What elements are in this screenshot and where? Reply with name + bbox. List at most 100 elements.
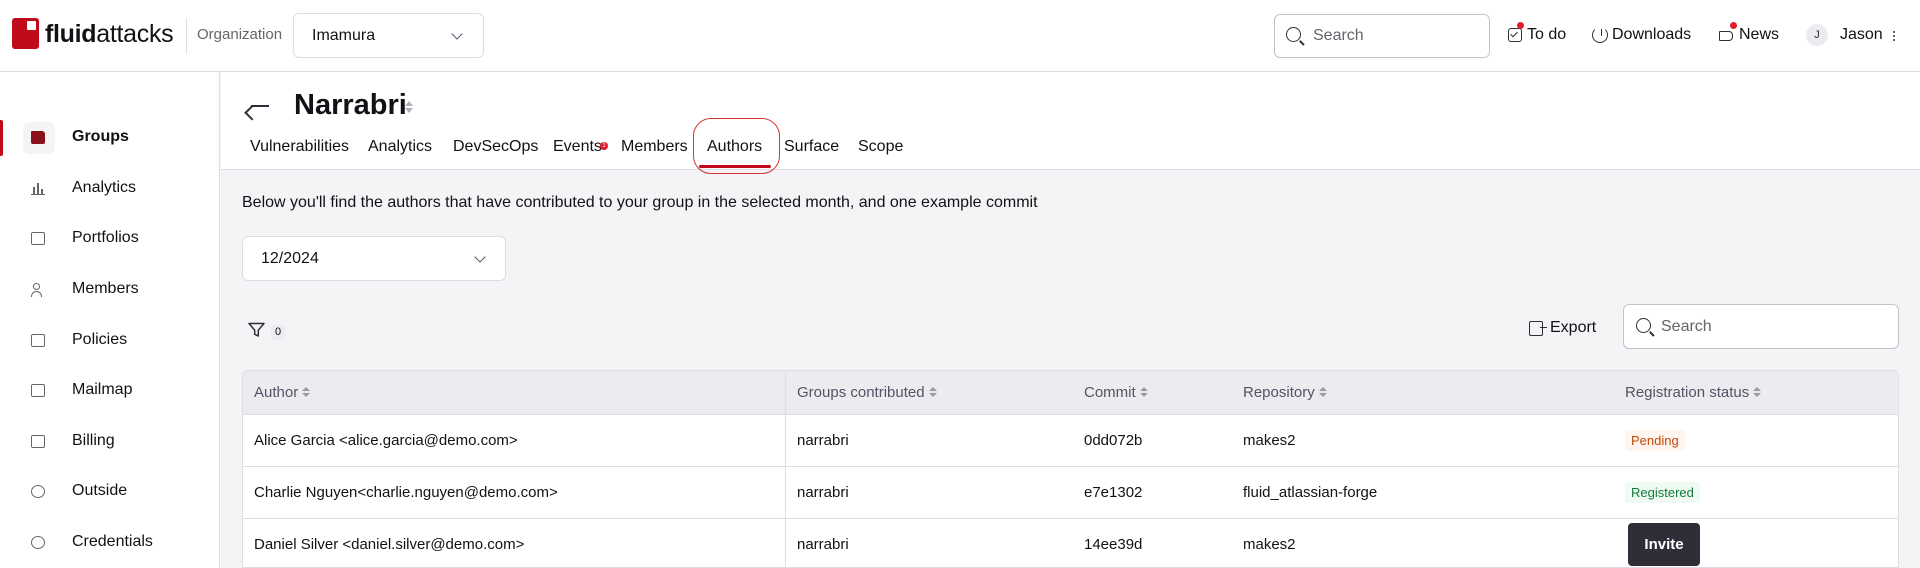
authors-description: Below you'll find the authors that have … — [242, 194, 1038, 211]
sidebar-item-analytics[interactable]: Analytics — [0, 167, 219, 211]
month-value: 12/2024 — [261, 250, 319, 267]
commit-cell: 14ee39d — [1084, 536, 1143, 553]
repository-cell: makes2 — [1243, 432, 1296, 449]
sidebar-item-label: Groups — [72, 128, 129, 145]
sidebar-item-members[interactable]: Members — [0, 268, 219, 312]
group-switcher-icon[interactable] — [404, 100, 414, 114]
sidebar-item-label: Analytics — [72, 179, 137, 196]
column-header-registration-status[interactable]: Registration status — [1625, 384, 1762, 401]
download-icon — [1592, 27, 1608, 43]
tab-devsecops[interactable]: DevSecOps — [453, 138, 538, 156]
table-row[interactable]: Alice Garcia <alice.garcia@demo.com> nar… — [243, 415, 1898, 467]
credit-card-icon — [31, 435, 45, 448]
status-badge: Pending — [1625, 430, 1685, 451]
chevron-down-icon — [451, 28, 463, 40]
sidebar-item-credentials[interactable]: Credentials — [0, 521, 219, 565]
group-header: Narrabri Vulnerabilities Analytics DevSe… — [221, 72, 1920, 174]
global-search[interactable] — [1274, 14, 1490, 58]
export-icon — [1529, 320, 1547, 336]
key-icon — [31, 536, 45, 549]
repository-cell: makes2 — [1243, 536, 1296, 553]
page-title: Narrabri — [294, 89, 407, 121]
organization-label: Organization — [197, 26, 283, 43]
notification-dot — [1517, 22, 1524, 29]
tab-highlight-ring — [693, 118, 780, 174]
table-row[interactable]: Daniel Silver <daniel.silver@demo.com> n… — [243, 519, 1898, 567]
events-badge: 1 — [600, 142, 608, 150]
sidebar-item-outside[interactable]: Outside — [0, 470, 219, 514]
sidebar-item-label: Mailmap — [72, 381, 133, 398]
tab-vulnerabilities[interactable]: Vulnerabilities — [250, 138, 349, 156]
tab-surface[interactable]: Surface — [784, 138, 839, 156]
global-search-input[interactable] — [1313, 25, 1483, 47]
avatar[interactable]: J — [1806, 24, 1828, 46]
sidebar-item-groups[interactable]: Groups — [0, 116, 219, 160]
logo-mark-icon — [12, 18, 39, 49]
todo-button[interactable]: To do — [1508, 22, 1567, 44]
sidebar-item-portfolios[interactable]: Portfolios — [0, 217, 219, 261]
filter-button[interactable]: 0 — [248, 322, 288, 340]
invite-button[interactable]: Invite — [1628, 523, 1700, 566]
author-cell: Charlie Nguyen<charlie.nguyen@demo.com> — [254, 484, 558, 501]
fluid-attacks-logo[interactable]: fluidattacks — [12, 18, 174, 49]
back-arrow-icon[interactable] — [251, 105, 269, 107]
sort-icon[interactable] — [1753, 386, 1762, 399]
sidebar-item-label: Policies — [72, 331, 128, 348]
status-badge: Registered — [1625, 482, 1700, 503]
filter-icon — [248, 322, 265, 337]
column-header-repository[interactable]: Repository — [1243, 384, 1327, 401]
search-icon — [1286, 27, 1301, 42]
commit-cell: 0dd072b — [1084, 432, 1143, 449]
column-header-groups-contributed[interactable]: Groups contributed — [797, 384, 937, 401]
sidebar-item-label: Billing — [72, 432, 115, 449]
top-bar: fluidattacks Organization Imamura To do … — [0, 0, 1920, 72]
news-button[interactable]: News — [1719, 22, 1779, 44]
sort-icon[interactable] — [302, 386, 311, 399]
author-cell: Daniel Silver <daniel.silver@demo.com> — [254, 536, 525, 553]
groups-cell: narrabri — [797, 432, 849, 449]
groups-cell: narrabri — [797, 536, 849, 553]
sidebar-item-label: Portfolios — [72, 229, 139, 246]
todo-label: To do — [1527, 26, 1567, 43]
sort-icon[interactable] — [928, 386, 937, 399]
todo-icon — [1508, 28, 1522, 42]
user-plus-icon — [31, 283, 45, 297]
search-icon — [1636, 318, 1651, 333]
column-header-author[interactable]: Author — [254, 384, 311, 401]
tab-scope[interactable]: Scope — [858, 138, 903, 156]
divider — [186, 18, 187, 54]
kebab-menu-icon[interactable] — [1893, 31, 1896, 42]
tab-analytics[interactable]: Analytics — [368, 138, 432, 156]
sidebar-item-label: Credentials — [72, 533, 153, 550]
table-search[interactable] — [1623, 304, 1899, 349]
month-select[interactable]: 12/2024 — [242, 236, 506, 281]
commit-cell: e7e1302 — [1084, 484, 1143, 501]
export-button[interactable]: Export — [1529, 316, 1596, 340]
megaphone-icon — [1719, 29, 1734, 42]
sidebar: Groups Analytics Portfolios Members Poli… — [0, 72, 220, 568]
organization-select[interactable]: Imamura — [293, 13, 484, 58]
sidebar-item-label: Outside — [72, 482, 128, 499]
sidebar-item-policies[interactable]: Policies — [0, 319, 219, 363]
tab-events[interactable]: Events — [553, 138, 602, 156]
mail-icon — [31, 384, 45, 397]
sort-icon[interactable] — [1139, 386, 1148, 399]
table-row[interactable]: Charlie Nguyen<charlie.nguyen@demo.com> … — [243, 467, 1898, 519]
downloads-button[interactable]: Downloads — [1592, 26, 1691, 44]
tab-members[interactable]: Members — [621, 138, 688, 156]
chevron-down-icon — [474, 251, 486, 263]
bar-chart-icon — [31, 182, 45, 195]
filter-count-badge: 0 — [271, 325, 285, 340]
folder-icon — [31, 131, 45, 144]
table-header: Author Groups contributed Commit Reposit… — [243, 371, 1898, 415]
table-search-input[interactable] — [1661, 316, 1891, 338]
sidebar-item-mailmap[interactable]: Mailmap — [0, 369, 219, 413]
column-header-commit[interactable]: Commit — [1084, 384, 1148, 401]
notification-dot — [1730, 22, 1737, 29]
sidebar-item-billing[interactable]: Billing — [0, 420, 219, 464]
user-name[interactable]: Jason — [1840, 26, 1883, 44]
briefcase-icon — [31, 232, 45, 245]
sort-icon[interactable] — [1318, 386, 1327, 399]
document-icon — [31, 334, 45, 347]
info-icon — [31, 485, 45, 498]
